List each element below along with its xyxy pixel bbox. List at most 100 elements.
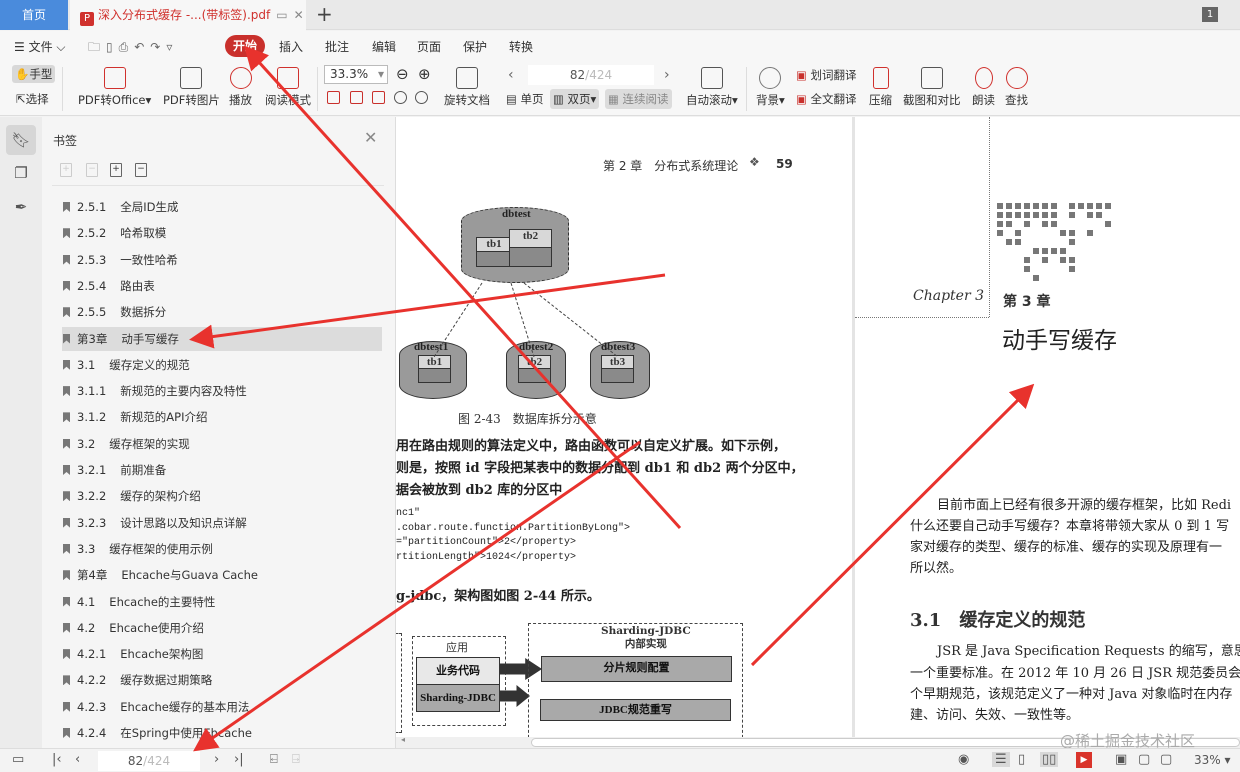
label: 播放	[229, 93, 252, 107]
bookmark-item[interactable]: 2.5.1 全局ID生成	[62, 195, 382, 219]
rotate-right-icon[interactable]	[415, 91, 428, 104]
signature-panel-icon[interactable]: ✒	[6, 192, 36, 222]
bookmark-item[interactable]: 4.2 Ehcache使用介绍	[62, 616, 382, 640]
forward-icon[interactable]: ⍈	[292, 752, 300, 767]
remove-bookmark-icon[interactable]: −	[135, 163, 147, 177]
bookmark-item[interactable]: 2.5.2 哈希取模	[62, 221, 382, 245]
tab-document[interactable]: P 深入分布式缓存 -...(带标签).pdf ▭ ✕	[70, 0, 306, 31]
prev-page-icon[interactable]: ‹	[75, 752, 80, 767]
status-bar: ▭ |‹ ‹ 82/424 › ›| ⍇ ⍈ ◉ ☰ ▯ ▯▯ ▶ ▣ ▢ ▢ …	[0, 748, 1240, 772]
bookmark-item[interactable]: 第3章 动手写缓存	[62, 326, 382, 351]
close-icon[interactable]: ✕	[294, 8, 304, 22]
new-tab-button[interactable]: +	[316, 2, 333, 26]
bookmark-item[interactable]: 3.1 缓存定义的规范	[62, 353, 382, 377]
compress-button[interactable]: 压缩	[869, 67, 892, 108]
read-mode-button[interactable]: 阅读模式	[265, 67, 311, 108]
actual-size-icon[interactable]	[327, 91, 340, 104]
pattern-dot	[1042, 257, 1048, 263]
read-aloud-button[interactable]: 朗读	[972, 67, 995, 108]
window-count-badge[interactable]: 1	[1202, 7, 1218, 22]
hand-tool-button[interactable]: ✋手型	[12, 65, 56, 83]
collapse-icon[interactable]: −	[86, 163, 98, 177]
menu-start[interactable]: 开始	[225, 35, 265, 57]
prev-page-button[interactable]: ‹	[508, 67, 514, 83]
scroll-left-icon[interactable]: ◂	[401, 735, 405, 744]
continuous-view-icon[interactable]: ☰	[992, 752, 1010, 767]
thumbnail-panel-icon[interactable]: ❐	[6, 158, 36, 188]
last-page-icon[interactable]: ›|	[234, 752, 244, 767]
bookmark-item[interactable]: 4.2.4 在Spring中使用Ehcache	[62, 721, 382, 745]
zoom-out-icon[interactable]: ⊖	[396, 65, 409, 83]
tab-home[interactable]: 首页	[0, 0, 68, 30]
next-page-icon[interactable]: ›	[214, 752, 219, 767]
document-view[interactable]: 第 2 章 分布式系统理论 ❖ 59 dbtest tb1 tb2 dbtest…	[396, 117, 1240, 748]
screenshot-compare-button[interactable]: 截图和对比	[903, 67, 961, 108]
word-translate-button[interactable]: ▣ 划词翻译	[796, 67, 857, 83]
bookmark-item[interactable]: 2.5.3 一致性哈希	[62, 248, 382, 272]
pdf-to-office-button[interactable]: PDF转Office▾	[78, 67, 151, 108]
menu-page[interactable]: 页面	[417, 38, 441, 55]
single-view-icon[interactable]: ▯	[1018, 752, 1025, 767]
pdf-to-image-button[interactable]: PDF转图片	[163, 67, 220, 108]
quick-access-icons[interactable]: 🗀▯⎙↶↷▿	[88, 38, 178, 59]
play-button[interactable]: 播放	[229, 67, 252, 108]
side-icon-strip: 🔖︎ ❐ ✒	[0, 117, 42, 748]
menu-convert[interactable]: 转换	[509, 38, 533, 55]
page-number-input[interactable]: 82/424	[528, 65, 654, 85]
select-tool-button[interactable]: ⇱选择	[16, 91, 49, 107]
monitor-icon[interactable]: ▭	[276, 8, 287, 22]
menu-insert[interactable]: 插入	[279, 38, 303, 55]
bookmark-item[interactable]: 3.2.2 缓存的架构介绍	[62, 484, 382, 508]
bookmark-item[interactable]: 第4章 Ehcache与Guava Cache	[62, 563, 382, 587]
full-translate-button[interactable]: ▣ 全文翻译	[796, 91, 857, 107]
bookmark-item[interactable]: 3.1.2 新规范的API介绍	[62, 405, 382, 429]
file-menu[interactable]: ☰ 文件 ⌵	[14, 38, 66, 55]
bookmark-panel-icon[interactable]: 🔖︎	[6, 125, 36, 155]
first-page-icon[interactable]: |‹	[52, 752, 62, 767]
continuous-read-button[interactable]: ▦ 连续阅读	[605, 89, 672, 109]
bookmark-item[interactable]: 2.5.4 路由表	[62, 274, 382, 298]
actual-size-icon[interactable]: ▣	[1115, 752, 1127, 767]
pattern-dot	[1042, 203, 1048, 209]
fit-width-icon[interactable]	[372, 91, 385, 104]
bookmark-item[interactable]: 3.3 缓存框架的使用示例	[62, 537, 382, 561]
find-button[interactable]: 查找	[1005, 67, 1028, 108]
bookmark-item[interactable]: 3.1.1 新规范的主要内容及特性	[62, 379, 382, 403]
bookmark-item[interactable]: 4.2.2 缓存数据过期策略	[62, 668, 382, 692]
auto-scroll-button[interactable]: 自动滚动▾	[686, 67, 738, 108]
fit-width-icon[interactable]: ▢	[1160, 752, 1172, 767]
next-page-button[interactable]: ›	[664, 67, 670, 83]
bookmark-item[interactable]: 4.2.3 Ehcache缓存的基本用法	[62, 695, 382, 719]
bookmark-item[interactable]: 2.5.5 数据拆分	[62, 300, 382, 324]
rotate-left-icon[interactable]	[394, 91, 407, 104]
bookmark-item[interactable]: 3.2.1 前期准备	[62, 458, 382, 482]
zoom-in-icon[interactable]: ⊕	[418, 65, 431, 83]
back-icon[interactable]: ⍇	[270, 752, 278, 767]
expand-icon[interactable]: +	[60, 163, 72, 177]
double-page-button[interactable]: ▥ 双页▾	[550, 89, 600, 109]
double-view-icon[interactable]: ▯▯	[1040, 752, 1059, 767]
zoom-level[interactable]: 33% ▾	[1194, 753, 1231, 767]
bookmark-item[interactable]: 3.2 缓存框架的实现	[62, 432, 382, 456]
menu-annotate[interactable]: 批注	[325, 38, 349, 55]
bookmark-number: 2.5.5	[77, 305, 107, 320]
background-button[interactable]: 背景▾	[756, 67, 785, 108]
bookmark-item[interactable]: 4.1 Ehcache的主要特性	[62, 590, 382, 614]
fit-page-icon[interactable]	[350, 91, 363, 104]
bookmark-item[interactable]: 3.2.3 设计思路以及知识点详解	[62, 511, 382, 535]
status-page-input[interactable]: 82/424	[98, 751, 200, 771]
menu-edit[interactable]: 编辑	[372, 38, 396, 55]
bookmark-number: 4.2.1	[77, 647, 107, 662]
play-icon[interactable]: ▶	[1076, 752, 1092, 768]
rotate-document-button[interactable]: 旋转文档	[444, 67, 490, 108]
eye-icon[interactable]: ◉	[958, 752, 969, 767]
zoom-select[interactable]: 33.3% ▾	[324, 65, 388, 84]
menu-protect[interactable]: 保护	[463, 38, 487, 55]
close-icon[interactable]: ✕	[364, 128, 377, 147]
sidebar-toggle-icon[interactable]: ▭	[12, 752, 24, 767]
single-page-button[interactable]: ▤ 单页	[506, 91, 544, 107]
add-bookmark-icon[interactable]: +	[110, 163, 122, 177]
bookmark-number: 3.2.3	[77, 515, 107, 530]
bookmark-item[interactable]: 4.2.1 Ehcache架构图	[62, 642, 382, 666]
fit-page-icon[interactable]: ▢	[1138, 752, 1150, 767]
